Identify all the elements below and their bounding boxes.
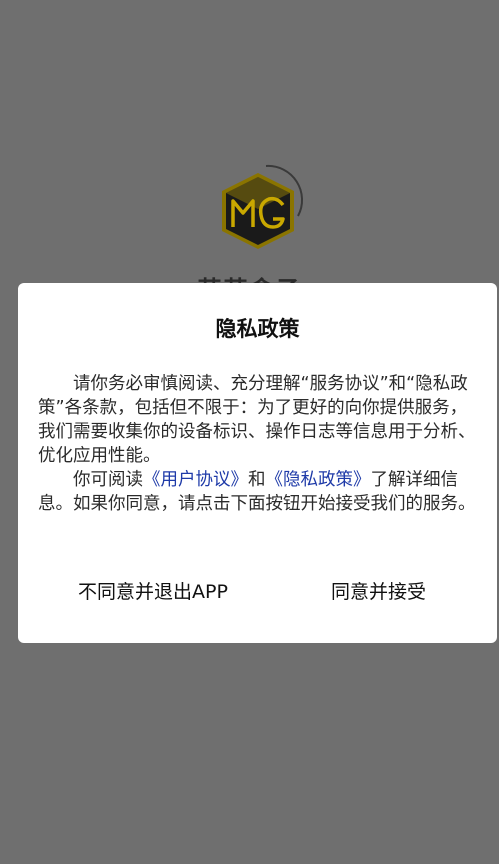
dialog-body: 请你务必审慎阅读、充分理解“服务协议”和“隐私政策”各条款，包括但不限于：为了更… [38, 372, 479, 516]
reject-and-exit-button[interactable]: 不同意并退出APP [78, 579, 228, 605]
dialog-title: 隐私政策 [215, 317, 300, 341]
privacy-policy-link[interactable]: 《隐私政策》 [266, 470, 371, 490]
mg-cube-logo-icon [222, 173, 294, 249]
user-agreement-link[interactable]: 《用户协议》 [143, 470, 248, 490]
privacy-dialog: 隐私政策 请你务必审慎阅读、充分理解“服务协议”和“隐私政策”各条款，包括但不限… [18, 283, 497, 643]
agree-button[interactable]: 同意并接受 [331, 579, 426, 605]
privacy-paragraph-2: 你可阅读《用户协议》和《隐私政策》了解详细信息。如果你同意，请点击下面按钮开始接… [38, 468, 479, 516]
privacy-paragraph-1: 请你务必审慎阅读、充分理解“服务协议”和“隐私政策”各条款，包括但不限于：为了更… [38, 374, 476, 466]
paragraph-2-middle: 和 [248, 470, 266, 490]
paragraph-2-prefix: 你可阅读 [73, 470, 143, 490]
